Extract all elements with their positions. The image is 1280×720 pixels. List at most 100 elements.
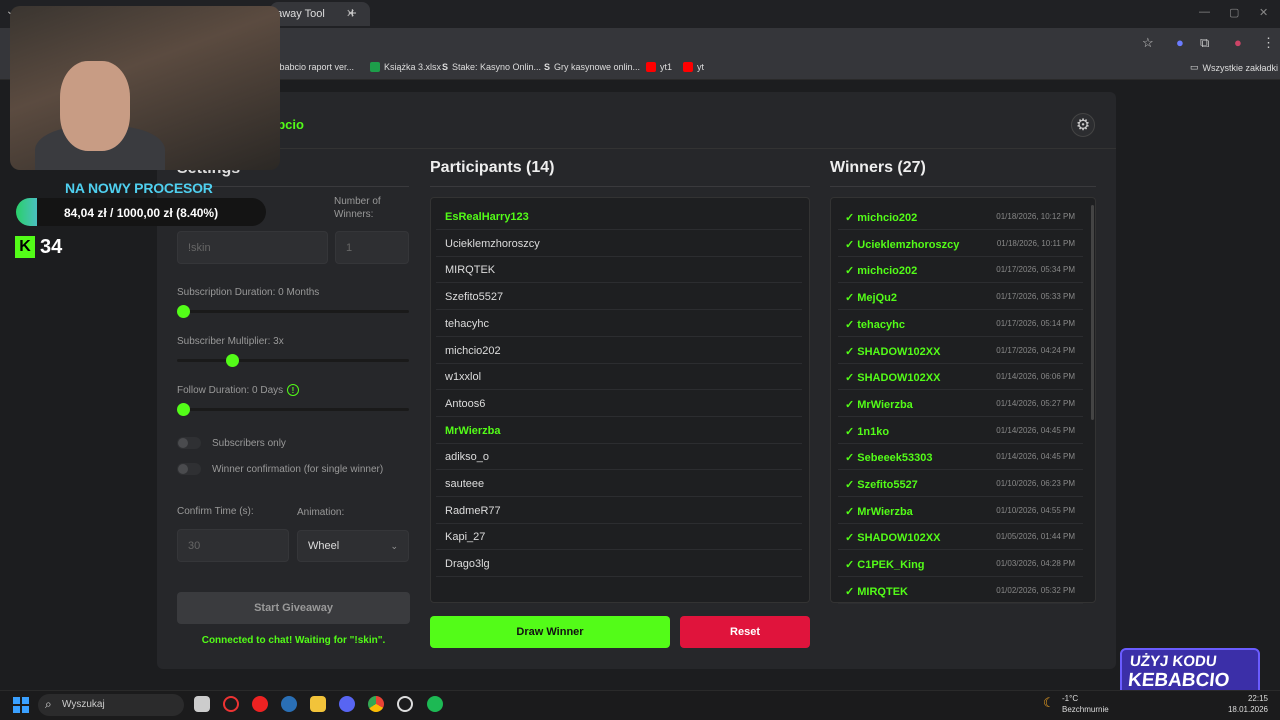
app-icon[interactable] xyxy=(397,696,413,712)
winner-row[interactable]: ✓ MIRQTEK 01/02/2026, 05:32 PM xyxy=(838,578,1083,604)
start-giveaway-button[interactable]: Start Giveaway xyxy=(177,592,410,624)
winner-row[interactable]: ✓ tehacyhc 01/17/2026, 05:14 PM xyxy=(838,311,1083,337)
winner-timestamp: 01/18/2026, 10:11 PM xyxy=(996,238,1075,248)
winner-confirmation-toggle[interactable] xyxy=(177,463,201,475)
sub-multiplier-slider-thumb[interactable] xyxy=(226,354,239,367)
winner-row[interactable]: ✓ C1PEK_King 01/03/2026, 04:28 PM xyxy=(838,551,1083,578)
winner-name: ✓ michcio202 xyxy=(845,212,918,224)
winner-name: ✓ C1PEK_King xyxy=(845,559,925,572)
winner-row[interactable]: ✓ SHADOW102XX 01/17/2026, 04:24 PM xyxy=(838,338,1083,364)
winner-row[interactable]: ✓ Szefito5527 01/10/2026, 06:23 PM xyxy=(838,471,1083,497)
winner-row[interactable]: ✓ SHADOW102XX 01/14/2026, 06:06 PM xyxy=(838,364,1083,391)
bookmark-item[interactable]: kebabcio raport ver... xyxy=(270,62,354,72)
participants-divider xyxy=(430,186,810,187)
participant-row[interactable]: MrWierzba xyxy=(436,418,802,444)
winner-row[interactable]: ✓ SHADOW102XX 01/05/2026, 01:44 PM xyxy=(838,524,1083,551)
winners-scrollbar[interactable] xyxy=(1091,205,1094,420)
profile-avatar-icon[interactable]: ● xyxy=(1234,35,1242,50)
winner-name: ✓ michcio202 xyxy=(845,265,918,278)
participant-row[interactable]: RadmeR77 xyxy=(436,498,802,524)
winner-row[interactable]: ✓ MejQu2 01/17/2026, 05:33 PM xyxy=(838,284,1083,311)
subscribers-only-toggle[interactable] xyxy=(177,437,201,449)
participant-name: Antoos6 xyxy=(445,397,486,410)
participant-row[interactable]: w1xxlol xyxy=(436,364,802,391)
draw-winner-button[interactable]: Draw Winner xyxy=(430,616,670,648)
kick-viewer-count: 34 xyxy=(40,236,63,258)
winner-timestamp: 01/14/2026, 04:45 PM xyxy=(996,452,1075,462)
extension-icon[interactable]: ● xyxy=(1176,35,1184,50)
follow-duration-slider[interactable] xyxy=(177,408,409,411)
animation-value: Wheel xyxy=(308,540,340,552)
folder-icon: ▭ xyxy=(1190,62,1199,72)
confirm-time-input[interactable]: 30 xyxy=(177,529,289,562)
task-view-icon[interactable] xyxy=(194,696,210,712)
chrome-icon[interactable] xyxy=(368,696,384,712)
winners-count-value: 1 xyxy=(346,241,353,254)
winner-timestamp: 01/10/2026, 04:55 PM xyxy=(996,505,1075,515)
winner-row[interactable]: ✓ Ucieklemzhoroszcy 01/18/2026, 10:11 PM xyxy=(838,231,1083,257)
all-bookmarks-button[interactable]: ▭ Wszystkie zakładki xyxy=(1190,62,1278,73)
bookmark-label: Książka 3.xlsx xyxy=(384,62,442,72)
participant-row[interactable]: tehacyhc xyxy=(436,311,802,337)
winner-row[interactable]: ✓ Sebeeek53303 01/14/2026, 04:45 PM xyxy=(838,444,1083,471)
sub-multiplier-label: Subscriber Multiplier: 3x xyxy=(177,336,284,347)
bookmark-label: Stake: Kasyno Onlin... xyxy=(452,62,542,72)
bookmark-item[interactable]: yt xyxy=(683,62,704,72)
new-tab-button[interactable]: + xyxy=(348,5,357,22)
participant-row[interactable]: MIRQTEK xyxy=(436,257,802,284)
sub-duration-label: Subscription Duration: 0 Months xyxy=(177,287,320,298)
winner-name: ✓ MIRQTEK xyxy=(845,585,908,598)
star-bookmark-icon[interactable]: ☆ xyxy=(1142,35,1154,51)
reset-button[interactable]: Reset xyxy=(680,616,810,648)
winner-row[interactable]: ✓ MrWierzba 01/14/2026, 05:27 PM xyxy=(838,391,1083,417)
opera-gx-icon[interactable] xyxy=(223,696,239,712)
sub-duration-slider[interactable] xyxy=(177,310,409,313)
clock-date[interactable]: 18.01.2026 xyxy=(1226,705,1268,714)
info-icon[interactable]: ! xyxy=(287,384,299,396)
participant-row[interactable]: EsRealHarry123 xyxy=(436,204,802,230)
extensions-puzzle-icon[interactable]: ⧉ xyxy=(1200,35,1209,51)
file-explorer-icon[interactable] xyxy=(310,696,326,712)
participant-row[interactable]: adikso_o xyxy=(436,444,802,471)
participant-row[interactable]: sauteee xyxy=(436,471,802,497)
participant-row[interactable]: Szefito5527 xyxy=(436,284,802,311)
participant-row[interactable]: Ucieklemzhoroszcy xyxy=(436,231,802,257)
opera-icon[interactable] xyxy=(252,696,268,712)
winner-row[interactable]: ✓ michcio202 01/18/2026, 10:12 PM xyxy=(838,204,1083,230)
bookmark-item[interactable]: S Stake: Kasyno Onlin... xyxy=(442,62,541,72)
winners-count-input[interactable]: 1 xyxy=(335,231,409,264)
participant-row[interactable]: michcio202 xyxy=(436,338,802,364)
donation-progress-fill xyxy=(16,198,37,226)
windows-start-icon[interactable] xyxy=(13,697,29,713)
winner-name: ✓ Ucieklemzhoroszcy xyxy=(845,238,960,251)
winner-row[interactable]: ✓ 1n1ko 01/14/2026, 04:45 PM xyxy=(838,418,1083,444)
bookmark-item[interactable]: Książka 3.xlsx xyxy=(370,62,441,72)
participant-name: tehacyhc xyxy=(445,317,490,330)
close-window-icon[interactable]: ✕ xyxy=(1259,6,1268,19)
minimize-icon[interactable]: — xyxy=(1199,6,1210,18)
bookmark-item[interactable]: S Gry kasynowe onlin... xyxy=(544,62,640,72)
bookmark-item[interactable]: yt1 xyxy=(646,62,672,72)
winner-row[interactable]: ✓ michcio202 01/17/2026, 05:34 PM xyxy=(838,257,1083,284)
discord-icon[interactable] xyxy=(339,696,355,712)
participant-row[interactable]: Antoos6 xyxy=(436,391,802,417)
participant-name: Szefito5527 xyxy=(445,291,504,304)
participant-row[interactable]: Kapi_27 xyxy=(436,524,802,551)
keyword-input[interactable]: !skin xyxy=(177,231,328,264)
spotify-icon[interactable] xyxy=(427,696,443,712)
steam-icon[interactable] xyxy=(281,696,297,712)
follow-duration-slider-thumb[interactable] xyxy=(177,403,190,416)
kick-logo-icon: K xyxy=(15,236,35,258)
taskbar-search-input[interactable]: Wyszukaj xyxy=(38,694,184,716)
animation-select[interactable]: Wheel ⌄ xyxy=(297,530,409,562)
participant-row[interactable]: Drago3lg xyxy=(436,551,802,578)
winner-row[interactable]: ✓ MrWierzba 01/10/2026, 04:55 PM xyxy=(838,498,1083,524)
maximize-icon[interactable]: ▢ xyxy=(1229,6,1239,19)
sub-multiplier-slider[interactable] xyxy=(177,359,409,362)
browser-menu-icon[interactable]: ⋮ xyxy=(1262,35,1275,51)
participant-name: michcio202 xyxy=(445,344,501,357)
settings-gear-icon[interactable]: ⚙ xyxy=(1071,113,1095,137)
clock-time[interactable]: 22:15 xyxy=(1226,694,1268,703)
winners-divider xyxy=(830,186,1096,187)
sub-duration-slider-thumb[interactable] xyxy=(177,305,190,318)
